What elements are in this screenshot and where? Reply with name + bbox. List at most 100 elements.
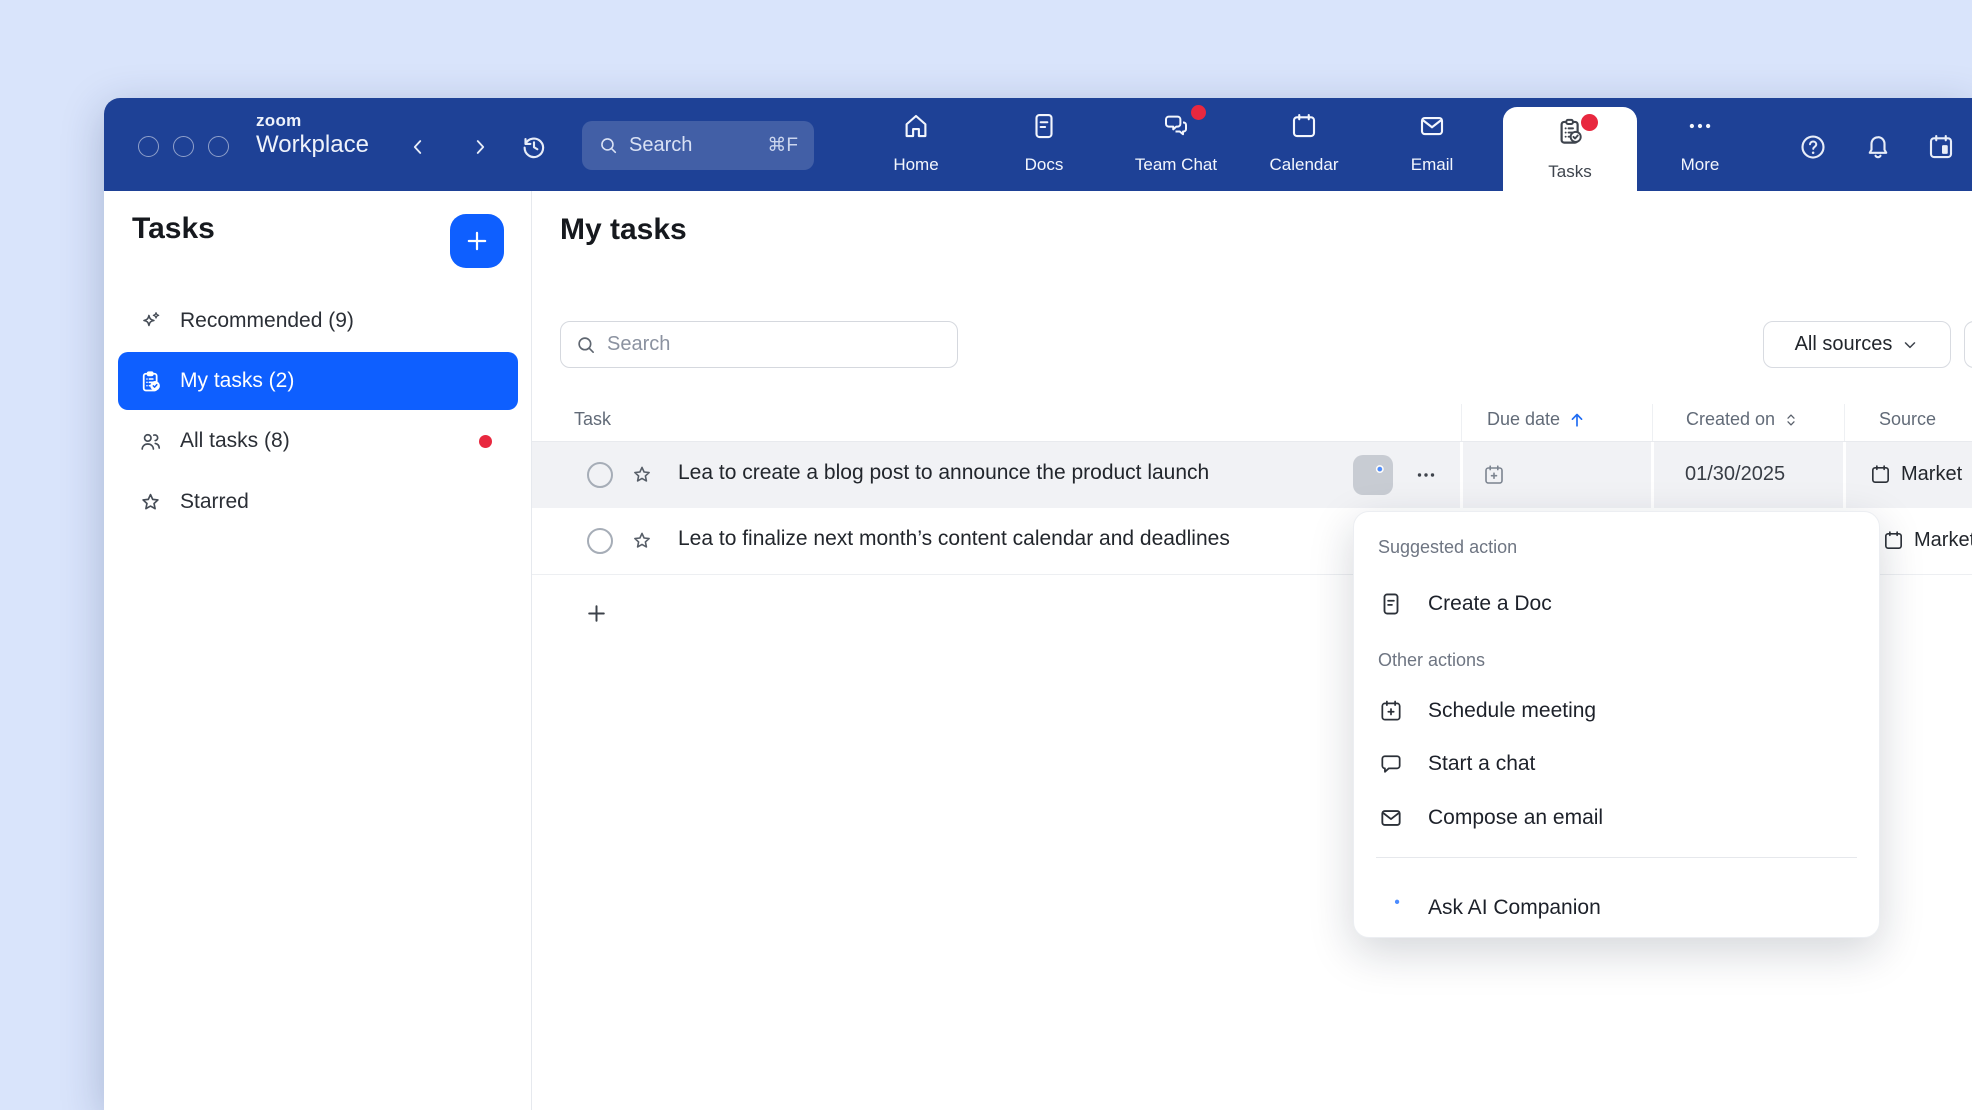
window-minimize-button[interactable] — [173, 136, 194, 157]
doc-icon — [1378, 591, 1404, 617]
add-task-inline-button[interactable] — [576, 593, 616, 633]
sort-icon — [1782, 411, 1800, 429]
task-complete-checkbox[interactable] — [587, 528, 613, 554]
task-complete-checkbox[interactable] — [587, 462, 613, 488]
bell-icon — [1863, 132, 1893, 162]
sparkle-icon — [138, 309, 163, 334]
back-button[interactable] — [400, 129, 436, 165]
sidebar-item-recommended[interactable]: Recommended (9) — [118, 292, 518, 350]
column-divider — [1652, 404, 1653, 441]
home-icon — [901, 111, 931, 141]
email-icon — [1417, 111, 1447, 141]
chat-icon — [1378, 751, 1404, 777]
suggested-actions-popup: Suggested action Create a Doc Other acti… — [1353, 511, 1880, 938]
source-cell[interactable]: Market — [1869, 463, 1962, 486]
menu-item-ask-ai-companion[interactable]: Ask AI Companion — [1366, 885, 1869, 931]
clipped-filter-button[interactable] — [1964, 321, 1972, 368]
star-icon[interactable] — [630, 529, 654, 553]
nav-tasks-active-tab[interactable]: Tasks — [1503, 107, 1637, 191]
brand-workplace: Workplace — [256, 132, 369, 158]
source-cell[interactable]: Market — [1882, 529, 1972, 552]
sidebar-item-starred[interactable]: Starred — [118, 473, 518, 531]
history-icon — [519, 132, 549, 162]
calendar-plus-icon — [1378, 698, 1404, 724]
sources-filter-button[interactable]: All sources — [1763, 321, 1951, 368]
cell-divider — [1651, 442, 1654, 508]
plus-icon — [584, 601, 609, 626]
menu-item-compose-email[interactable]: Compose an email — [1366, 795, 1869, 841]
people-icon — [138, 429, 163, 454]
nav-more[interactable]: More — [1645, 98, 1755, 191]
menu-item-schedule-meeting[interactable]: Schedule meeting — [1366, 688, 1869, 734]
menu-item-create-doc[interactable]: Create a Doc — [1366, 581, 1869, 627]
sidebar-title: Tasks — [132, 212, 215, 246]
more-icon — [1685, 111, 1715, 141]
team-chat-badge — [1191, 105, 1206, 120]
notifications-button[interactable] — [1860, 129, 1896, 165]
page-title: My tasks — [560, 213, 687, 247]
ai-companion-icon — [1360, 462, 1387, 489]
nav-docs[interactable]: Docs — [989, 98, 1099, 191]
window-zoom-button[interactable] — [208, 136, 229, 157]
help-button[interactable] — [1795, 129, 1831, 165]
star-icon — [138, 490, 163, 515]
all-tasks-badge — [479, 435, 492, 448]
table-header: Task Due date Created on Source — [532, 400, 1972, 442]
ai-companion-button[interactable] — [1353, 455, 1393, 495]
history-button[interactable] — [516, 129, 552, 165]
search-icon — [598, 135, 619, 156]
task-row-1[interactable]: Lea to create a blog post to announce th… — [532, 442, 1972, 508]
column-divider — [1461, 404, 1462, 441]
global-search-placeholder: Search — [629, 134, 692, 157]
chevron-left-icon — [407, 136, 429, 158]
search-shortcut: ⌘F — [767, 134, 798, 157]
menu-item-start-chat[interactable]: Start a chat — [1366, 741, 1869, 787]
column-created-on[interactable]: Created on — [1686, 409, 1800, 430]
star-icon[interactable] — [630, 463, 654, 487]
brand-zoom: zoom — [256, 112, 369, 130]
calendar-today-icon — [1926, 132, 1956, 162]
nav-home[interactable]: Home — [861, 98, 971, 191]
cell-divider — [1460, 442, 1463, 508]
task-search-input[interactable] — [561, 322, 957, 367]
window-close-button[interactable] — [138, 136, 159, 157]
help-icon — [1798, 132, 1828, 162]
set-due-date-icon[interactable] — [1482, 463, 1506, 487]
task-search-field — [560, 321, 958, 368]
top-bar: zoom Workplace Search ⌘F Home Docs — [104, 98, 1972, 191]
task-title[interactable]: Lea to finalize next month’s content cal… — [678, 527, 1230, 551]
row-more-actions-button[interactable] — [1406, 455, 1446, 495]
calendar-today-button[interactable] — [1923, 129, 1959, 165]
calendar-icon — [1869, 463, 1892, 486]
nav-calendar[interactable]: Calendar — [1249, 98, 1359, 191]
task-title[interactable]: Lea to create a blog post to announce th… — [678, 461, 1209, 485]
tasks-badge — [1581, 114, 1598, 131]
calendar-icon — [1289, 111, 1319, 141]
column-task[interactable]: Task — [574, 409, 611, 430]
sidebar-item-all-tasks[interactable]: All tasks (8) — [118, 412, 518, 470]
sidebar: Tasks Recommended (9) My tasks (2) All t… — [104, 191, 532, 1110]
global-search[interactable]: Search ⌘F — [582, 121, 814, 170]
sort-ascending-icon — [1567, 410, 1587, 430]
column-due-date[interactable]: Due date — [1487, 409, 1587, 430]
ellipsis-icon — [1414, 463, 1438, 487]
nav-team-chat[interactable]: Team Chat — [1121, 98, 1231, 191]
plus-icon — [463, 227, 491, 255]
cell-divider — [1843, 442, 1846, 508]
calendar-icon — [1882, 529, 1905, 552]
created-on-value: 01/30/2025 — [1685, 463, 1785, 486]
popup-section-heading: Suggested action — [1378, 537, 1517, 558]
popup-section-heading: Other actions — [1378, 650, 1485, 671]
ai-companion-icon — [1378, 895, 1404, 921]
desktop: zoom Workplace Search ⌘F Home Docs — [0, 0, 1972, 1110]
column-divider — [1844, 404, 1845, 441]
forward-button[interactable] — [462, 129, 498, 165]
docs-icon — [1029, 111, 1059, 141]
brand-logo: zoom Workplace — [256, 112, 369, 158]
chevron-right-icon — [469, 136, 491, 158]
nav-email[interactable]: Email — [1377, 98, 1487, 191]
sidebar-item-my-tasks[interactable]: My tasks (2) — [118, 352, 518, 410]
add-task-button[interactable] — [450, 214, 504, 268]
chevron-down-icon — [1901, 336, 1919, 354]
column-source[interactable]: Source — [1879, 409, 1936, 430]
